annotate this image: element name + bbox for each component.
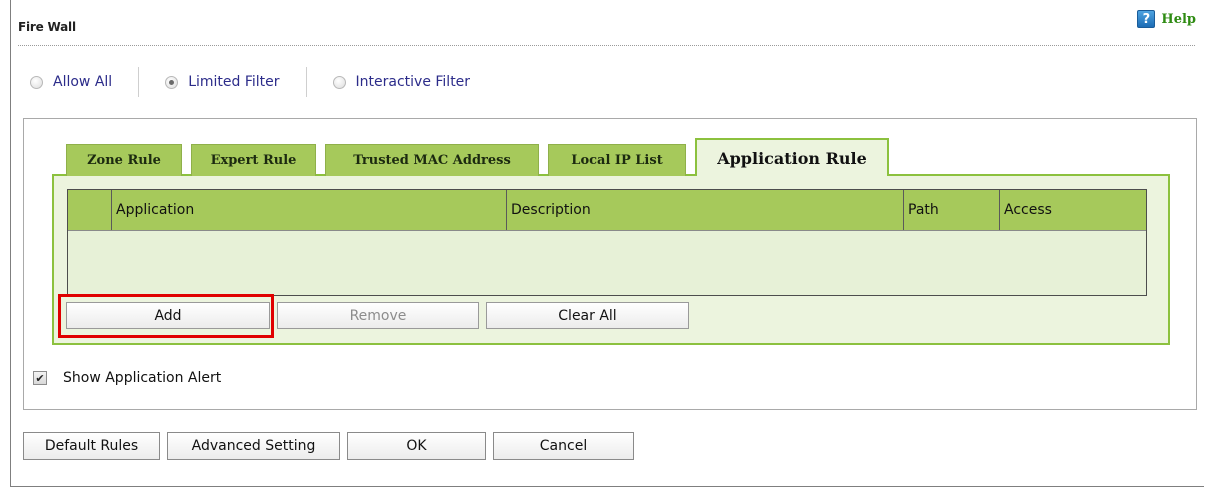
column-select-header[interactable]	[68, 190, 112, 230]
filter-mode-group: Allow All Limited Filter Interactive Fil…	[30, 67, 470, 97]
default-rules-button[interactable]: Default Rules	[23, 432, 160, 460]
show-app-alert-checkbox[interactable]: ✔	[33, 371, 47, 385]
radio-interactive-filter[interactable]: Interactive Filter	[332, 74, 471, 90]
column-path-header[interactable]: Path	[904, 190, 1000, 230]
page-title: Fire Wall	[18, 20, 76, 34]
table-body	[68, 231, 1146, 297]
help-label: Help	[1161, 11, 1196, 27]
radio-allow-all-label: Allow All	[53, 74, 113, 90]
clear-all-button[interactable]: Clear All	[486, 302, 689, 329]
radio-limited-filter[interactable]: Limited Filter	[165, 74, 280, 90]
header-divider	[18, 45, 1195, 46]
remove-button[interactable]: Remove	[277, 302, 479, 329]
help-link[interactable]: ? Help	[1137, 10, 1196, 28]
table-header: Application Description Path Access	[68, 190, 1146, 231]
tab-trusted-mac-address[interactable]: Trusted MAC Address	[325, 144, 539, 176]
checkmark-icon: ✔	[35, 371, 45, 385]
add-button-highlight	[58, 294, 274, 338]
ok-button[interactable]: OK	[347, 432, 486, 460]
radio-separator	[305, 67, 307, 97]
question-mark-icon: ?	[1137, 10, 1156, 28]
tab-zone-rule[interactable]: Zone Rule	[66, 144, 182, 176]
show-app-alert-row: ✔ Show Application Alert	[33, 370, 221, 386]
column-application-header[interactable]: Application	[112, 190, 507, 230]
cancel-button[interactable]: Cancel	[493, 432, 634, 460]
radio-separator	[138, 67, 140, 97]
radio-allow-all-circle[interactable]	[30, 75, 43, 89]
tab-local-ip-list[interactable]: Local IP List	[548, 144, 686, 176]
column-description-header[interactable]: Description	[507, 190, 904, 230]
tab-application-rule[interactable]: Application Rule	[695, 138, 889, 176]
advanced-setting-button[interactable]: Advanced Setting	[167, 432, 340, 460]
tab-bar: Zone Rule Expert Rule Trusted MAC Addres…	[66, 138, 898, 176]
radio-interactive-filter-circle[interactable]	[332, 75, 346, 89]
show-app-alert-label: Show Application Alert	[63, 370, 222, 386]
application-rule-table: Application Description Path Access	[67, 189, 1147, 296]
column-access-header[interactable]: Access	[1000, 190, 1146, 230]
radio-limited-filter-label: Limited Filter	[188, 74, 280, 90]
tab-expert-rule[interactable]: Expert Rule	[191, 144, 316, 176]
radio-limited-filter-circle[interactable]	[165, 75, 179, 89]
radio-allow-all[interactable]: Allow All	[30, 74, 112, 90]
radio-interactive-filter-label: Interactive Filter	[355, 74, 471, 90]
